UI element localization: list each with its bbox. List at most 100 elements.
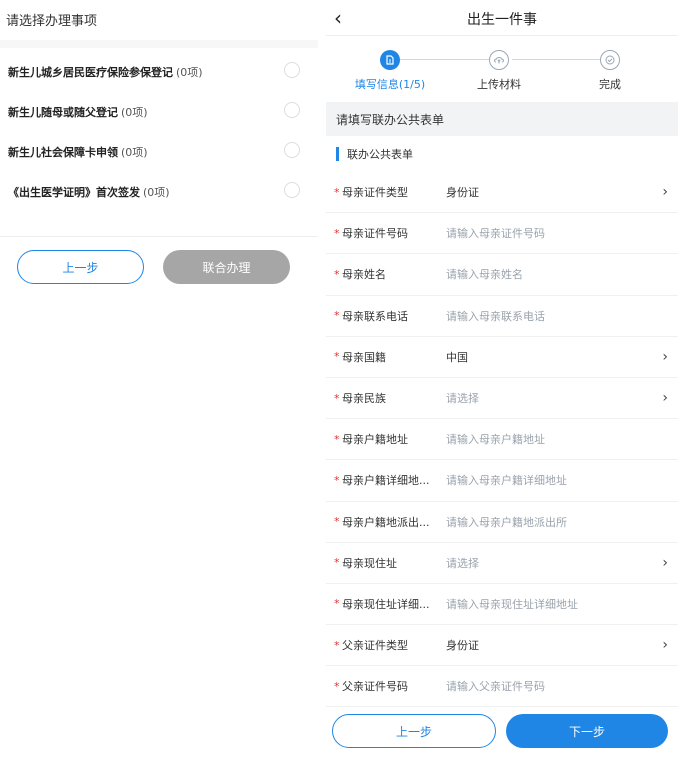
required-marker: *: [334, 556, 340, 570]
previous-step-button[interactable]: 上一步: [332, 714, 496, 748]
form-field-row[interactable]: * 母亲现住址详细... 请输入母亲现住址详细地址: [326, 584, 678, 626]
chevron-right-icon[interactable]: ›: [662, 349, 668, 365]
field-label: 母亲户籍地派出...: [342, 515, 430, 529]
step-upload: 上传材料: [459, 50, 539, 92]
service-selection-panel: 请选择办理事项 新生儿城乡居民医疗保险参保登记 (0项) 新生儿随母或随父登记 …: [0, 0, 318, 762]
field-label: 父亲证件号码: [342, 680, 408, 694]
subheading-bar: [336, 147, 339, 161]
service-item[interactable]: 《出生医学证明》首次签发 (0项): [0, 172, 318, 212]
step-complete: 完成: [570, 50, 650, 92]
service-item-count: (0项): [143, 186, 170, 199]
form-field-row[interactable]: * 父亲证件号码 请输入父亲证件号码: [326, 666, 678, 708]
service-item-label: 《出生医学证明》首次签发: [8, 186, 140, 199]
service-item[interactable]: 新生儿随母或随父登记 (0项): [0, 92, 318, 132]
upload-icon: [489, 50, 509, 70]
chevron-right-icon[interactable]: ›: [662, 637, 668, 653]
field-label: 母亲联系电话: [342, 309, 408, 323]
form-field-row[interactable]: * 母亲户籍地派出... 请输入母亲户籍地派出所: [326, 502, 678, 543]
service-item[interactable]: 新生儿社会保障卡申领 (0项): [0, 132, 318, 172]
form-field-row[interactable]: * 母亲姓名 请输入母亲姓名: [326, 254, 678, 296]
selection-header: 请选择办理事项: [6, 14, 98, 29]
field-input[interactable]: 请输入母亲户籍地派出所: [446, 514, 567, 530]
field-input[interactable]: 请输入母亲户籍地址: [446, 431, 545, 447]
form-subheading: 联办公共表单: [326, 136, 678, 172]
field-value[interactable]: 身份证: [446, 184, 479, 200]
field-input[interactable]: 请输入母亲姓名: [446, 266, 523, 282]
step-label: 上传材料: [477, 78, 521, 91]
required-marker: *: [334, 515, 340, 529]
required-marker: *: [334, 679, 340, 693]
bottom-action-bar: 上一步 下一步: [326, 708, 678, 762]
field-label: 父亲证件类型: [342, 639, 408, 653]
radio-button[interactable]: [284, 102, 300, 118]
required-marker: *: [334, 185, 340, 199]
required-marker: *: [334, 309, 340, 323]
nav-bar: ‹ 出生一件事: [326, 0, 678, 36]
required-marker: *: [334, 638, 340, 652]
service-item-count: (0项): [121, 146, 148, 159]
form-field-row[interactable]: * 母亲证件号码 请输入母亲证件号码: [326, 213, 678, 255]
field-label: 母亲证件类型: [342, 186, 408, 200]
field-input[interactable]: 请输入母亲户籍详细地址: [446, 472, 567, 488]
form-field-row[interactable]: * 母亲联系电话 请输入母亲联系电话: [326, 296, 678, 337]
field-label: 母亲证件号码: [342, 227, 408, 241]
radio-button[interactable]: [284, 62, 300, 78]
service-item-count: (0项): [121, 106, 148, 119]
form-field-row[interactable]: * 母亲户籍地址 请输入母亲户籍地址: [326, 419, 678, 461]
service-item-label: 新生儿城乡居民医疗保险参保登记: [8, 66, 173, 79]
form-field-row[interactable]: * 母亲户籍详细地... 请输入母亲户籍详细地址: [326, 460, 678, 502]
page-title: 出生一件事: [467, 12, 537, 28]
progress-steps: 填写信息(1/5) 上传材料 完成: [326, 36, 678, 102]
previous-step-button[interactable]: 上一步: [17, 250, 144, 284]
field-input[interactable]: 请输入母亲联系电话: [446, 308, 545, 324]
field-label: 母亲现住址: [342, 556, 397, 570]
field-value[interactable]: 身份证: [446, 637, 479, 653]
section-banner: 请填写联办公共表单: [326, 102, 678, 136]
check-icon: [600, 50, 620, 70]
field-input[interactable]: 请选择: [446, 555, 479, 571]
step-label: 填写信息(1/5): [354, 78, 426, 91]
form-field-row[interactable]: * 父亲证件类型 身份证 ›: [326, 625, 678, 667]
service-item-count: (0项): [176, 66, 203, 79]
field-input[interactable]: 请选择: [446, 390, 479, 406]
required-marker: *: [334, 432, 340, 446]
required-marker: *: [334, 267, 340, 281]
service-item-label: 新生儿随母或随父登记: [8, 106, 118, 119]
next-step-button[interactable]: 下一步: [506, 714, 668, 748]
form-field-row[interactable]: * 母亲民族 请选择 ›: [326, 378, 678, 420]
form-field-row[interactable]: * 母亲现住址 请选择 ›: [326, 543, 678, 584]
service-item[interactable]: 新生儿城乡居民医疗保险参保登记 (0项): [0, 52, 318, 92]
required-marker: *: [334, 597, 340, 611]
required-marker: *: [334, 226, 340, 240]
required-marker: *: [334, 350, 340, 364]
form-field-row[interactable]: * 母亲证件类型 身份证 ›: [326, 172, 678, 214]
joint-processing-button[interactable]: 联合办理: [163, 250, 290, 284]
form-panel: ‹ 出生一件事 填写信息(1/5) 上传材料 完成 请填写联办公共表单 联办公共…: [326, 0, 678, 762]
field-label: 母亲国籍: [342, 350, 386, 364]
field-input[interactable]: 请输入母亲现住址详细地址: [446, 596, 578, 612]
service-list: 新生儿城乡居民医疗保险参保登记 (0项) 新生儿随母或随父登记 (0项) 新生儿…: [0, 52, 318, 212]
chevron-right-icon[interactable]: ›: [662, 555, 668, 571]
field-label: 母亲姓名: [342, 268, 386, 282]
chevron-right-icon[interactable]: ›: [662, 390, 668, 406]
header-divider: [0, 40, 318, 48]
radio-button[interactable]: [284, 182, 300, 198]
field-label: 母亲户籍详细地...: [342, 474, 430, 488]
form-field-row[interactable]: * 母亲国籍 中国 ›: [326, 337, 678, 378]
subheading-text: 联办公共表单: [347, 148, 413, 161]
field-input[interactable]: 请输入父亲证件号码: [446, 678, 545, 694]
field-label: 母亲民族: [342, 392, 386, 406]
required-marker: *: [334, 391, 340, 405]
chevron-right-icon[interactable]: ›: [662, 184, 668, 200]
doc-icon: [380, 50, 400, 70]
service-item-label: 新生儿社会保障卡申领: [8, 146, 118, 159]
field-input[interactable]: 请输入母亲证件号码: [446, 225, 545, 241]
field-label: 母亲户籍地址: [342, 433, 408, 447]
field-value[interactable]: 中国: [446, 349, 468, 365]
step-label: 完成: [599, 78, 621, 91]
form-fields: * 母亲证件类型 身份证 › * 母亲证件号码 请输入母亲证件号码 * 母亲姓名 请输入母亲姓名 *…: [326, 172, 678, 708]
step-fill-info: 填写信息(1/5): [350, 50, 430, 92]
required-marker: *: [334, 473, 340, 487]
field-label: 母亲现住址详细...: [342, 597, 430, 611]
radio-button[interactable]: [284, 142, 300, 158]
